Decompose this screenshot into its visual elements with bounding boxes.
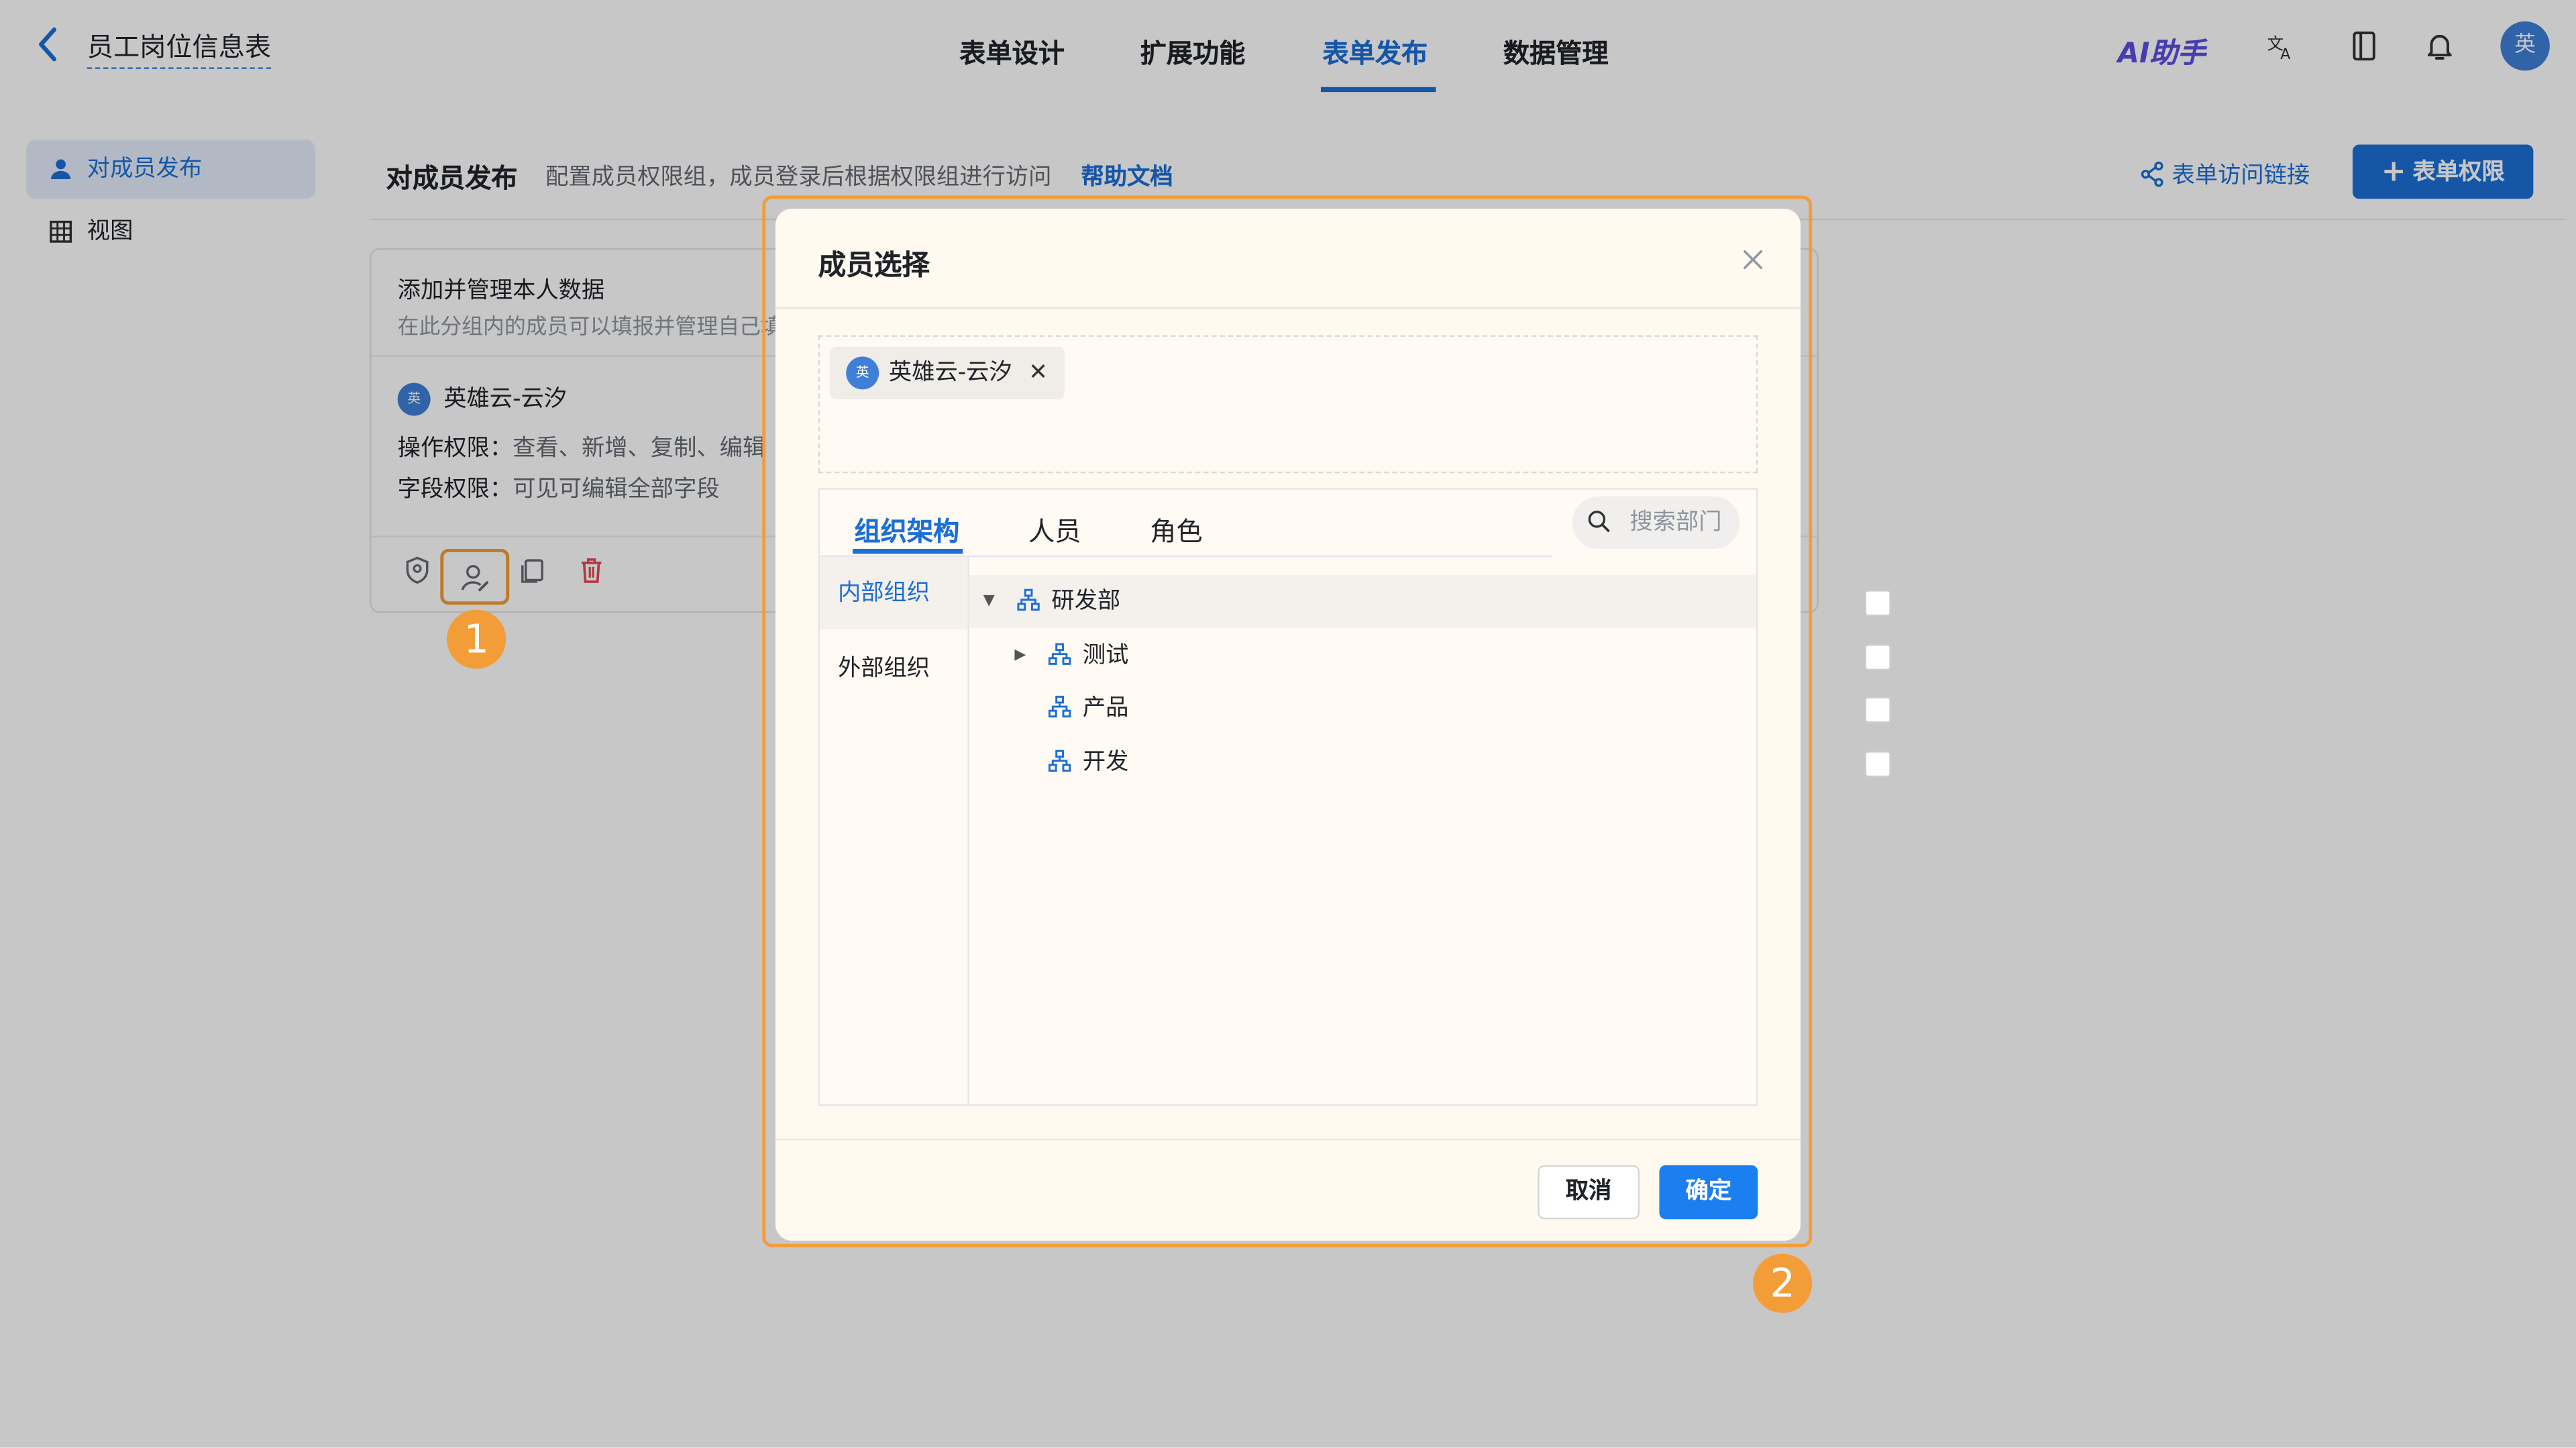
tree-node-rnd[interactable]: ▼ 研发部 bbox=[969, 575, 1891, 628]
tree-node-label: 研发部 bbox=[1051, 588, 1121, 615]
tree-node-product[interactable]: 产品 bbox=[969, 682, 1891, 734]
tab-org-structure[interactable]: 组织架构 bbox=[854, 509, 959, 549]
tree-node-test[interactable]: ▶ 测试 bbox=[969, 629, 1891, 682]
selected-member-chip: 英英雄云-云汐 ✕ bbox=[829, 346, 1065, 400]
dialog-header-divider bbox=[775, 307, 1801, 309]
tree-node-label: 开发 bbox=[1082, 749, 1129, 776]
close-icon[interactable] bbox=[1741, 245, 1764, 279]
nav-internal-org[interactable]: 内部组织 bbox=[820, 557, 968, 629]
org-tree-icon bbox=[1046, 682, 1073, 734]
org-type-nav: 内部组织 外部组织 bbox=[820, 557, 969, 1106]
remove-chip-icon[interactable]: ✕ bbox=[1028, 360, 1048, 386]
tab-roles[interactable]: 角色 bbox=[1150, 509, 1202, 549]
search-icon bbox=[1587, 497, 1610, 549]
org-tree-icon bbox=[1015, 575, 1041, 627]
tab-people[interactable]: 人员 bbox=[1028, 509, 1081, 549]
app-window: 员工岗位信息表 表单设计 扩展功能 表单发布 数据管理 AI助手 文A 英 对成… bbox=[0, 0, 2576, 1448]
tree-node-checkbox[interactable] bbox=[1864, 696, 1891, 723]
member-select-dialog: 成员选择 英英雄云-云汐 ✕ 组织架构 人员 角色 搜索部门 内部组织 外部组织… bbox=[775, 209, 1891, 1241]
tree-node-label: 产品 bbox=[1082, 694, 1129, 722]
tree-node-dev[interactable]: 开发 bbox=[969, 736, 1891, 788]
caret-right-icon[interactable]: ▶ bbox=[1010, 629, 1030, 682]
member-picker-panel: 组织架构 人员 角色 搜索部门 内部组织 外部组织 ▼ 研发部 ▶ 测试 产品 … bbox=[818, 488, 1891, 1106]
org-tree-icon bbox=[1046, 736, 1073, 788]
department-search-input[interactable]: 搜索部门 bbox=[1572, 496, 1740, 549]
selected-members-box: 英英雄云-云汐 ✕ bbox=[818, 335, 1758, 474]
cancel-button[interactable]: 取消 bbox=[1538, 1165, 1640, 1220]
nav-external-org[interactable]: 外部组织 bbox=[820, 633, 967, 705]
step-badge-2: 2 bbox=[1753, 1253, 1813, 1313]
tree-node-checkbox[interactable] bbox=[1864, 644, 1891, 671]
org-tree-icon bbox=[1046, 629, 1073, 682]
chip-avatar: 英 bbox=[846, 356, 879, 390]
tree-node-label: 测试 bbox=[1082, 642, 1129, 669]
search-placeholder: 搜索部门 bbox=[1629, 509, 1722, 536]
caret-down-icon[interactable]: ▼ bbox=[979, 575, 999, 627]
chip-name: 英雄云-云汐 bbox=[888, 360, 1012, 386]
tree-node-checkbox[interactable] bbox=[1864, 590, 1891, 617]
dialog-footer-divider bbox=[775, 1139, 1801, 1141]
dialog-title: 成员选择 bbox=[818, 250, 930, 283]
confirm-button[interactable]: 确定 bbox=[1659, 1165, 1758, 1220]
active-tab-indicator bbox=[853, 548, 963, 554]
step-badge-1: 1 bbox=[447, 609, 506, 669]
tree-node-checkbox[interactable] bbox=[1864, 751, 1891, 778]
